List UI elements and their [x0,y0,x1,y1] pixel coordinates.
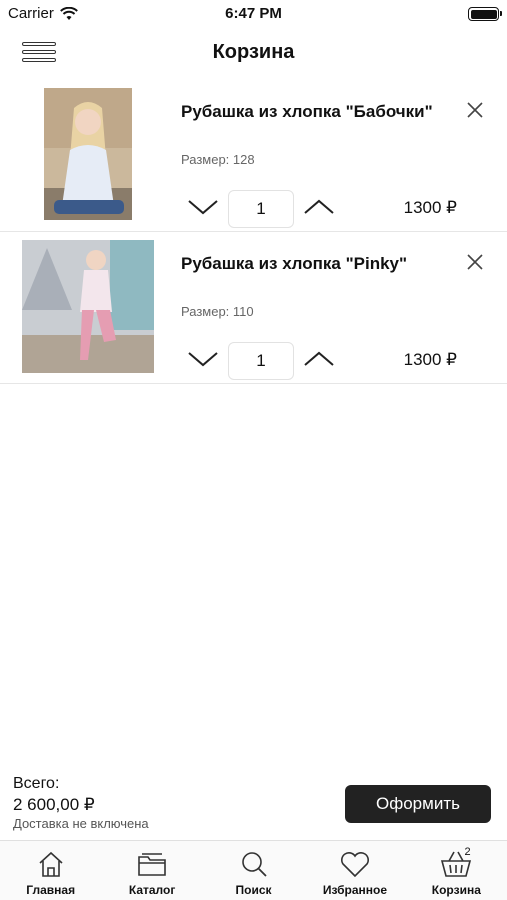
quantity-increase-button[interactable] [302,348,336,370]
tab-bar: Главная Каталог Поиск Избранное 2 Корзин… [0,840,507,900]
quantity-field[interactable]: 1 [228,342,294,380]
cart-item: Рубашка из хлопка "Pinky" Размер: 110 1 … [0,232,507,384]
quantity-increase-button[interactable] [302,196,336,218]
product-title: Рубашка из хлопка "Pinky" [181,254,408,273]
page-title: Корзина [212,41,295,63]
delivery-note: Доставка не включена [13,816,149,831]
tab-label: Избранное [322,883,388,897]
product-image[interactable] [44,88,132,220]
remove-item-button[interactable] [463,250,487,274]
product-size: Размер: 128 [181,152,255,167]
tab-catalog[interactable]: Каталог [101,841,202,900]
tab-label: Каталог [128,883,176,897]
checkout-button[interactable]: Оформить [345,785,491,823]
chevron-down-icon [188,352,218,367]
quantity-decrease-button[interactable] [186,348,220,370]
remove-item-button[interactable] [463,98,487,122]
home-icon [39,851,63,877]
quantity-decrease-button[interactable] [186,196,220,218]
cart-item: Рубашка из хлопка "Бабочки" Размер: 128 … [0,80,507,232]
close-icon [467,102,483,118]
chevron-down-icon [188,200,218,215]
cart-count-badge: 2 [464,846,471,858]
heart-icon [340,852,369,878]
close-icon [467,254,483,270]
status-bar: Carrier 6:47 PM [0,0,507,28]
tab-search[interactable]: Поиск [203,841,304,900]
chevron-up-icon [304,199,334,214]
tab-cart[interactable]: 2 Корзина [406,841,507,900]
product-title: Рубашка из хлопка "Бабочки" [181,102,433,121]
product-size: Размер: 110 [181,304,254,319]
cart-list: Рубашка из хлопка "Бабочки" Размер: 128 … [0,80,507,384]
tab-home[interactable]: Главная [0,841,101,900]
tab-label: Корзина [431,883,481,897]
folder-icon [138,853,166,876]
chevron-up-icon [304,351,334,366]
tab-label: Поиск [235,883,272,897]
battery-icon [468,7,502,21]
product-price: 1300 ₽ [403,350,457,369]
total-label: Всего: [13,775,60,792]
product-image[interactable] [22,240,154,373]
tab-favorites[interactable]: Избранное [304,841,405,900]
search-icon [241,852,267,877]
quantity-field[interactable]: 1 [228,190,294,228]
product-price: 1300 ₽ [403,198,457,217]
status-time: 6:47 PM [225,5,282,22]
tab-label: Главная [26,883,76,897]
nav-bar: Корзина [0,28,507,78]
order-summary: Всего: 2 600,00 ₽ Доставка не включена О… [0,775,507,839]
total-value: 2 600,00 ₽ [13,795,95,814]
